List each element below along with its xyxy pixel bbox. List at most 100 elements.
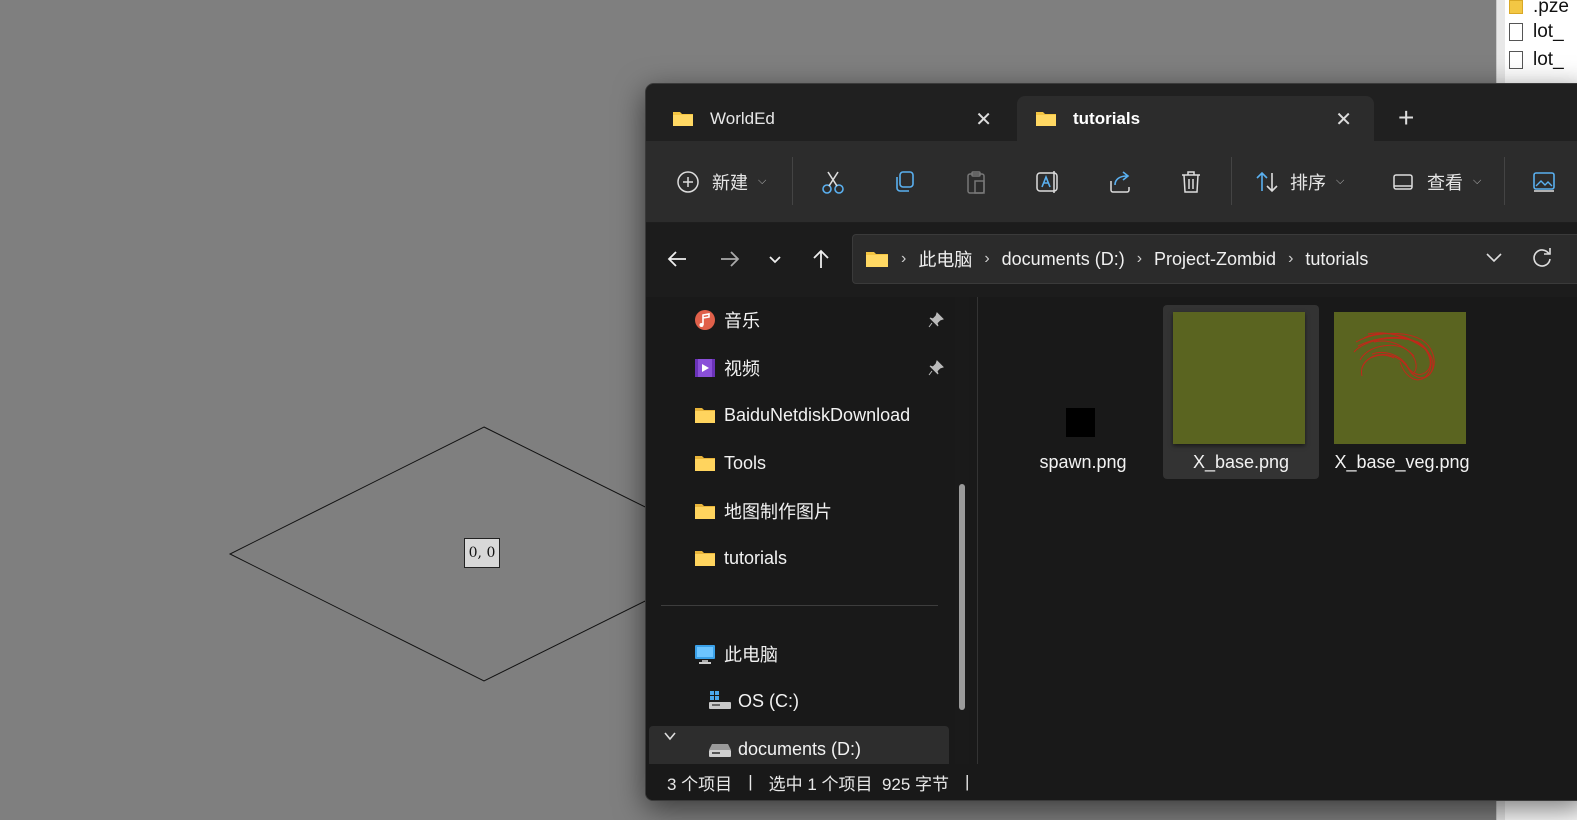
pin-icon[interactable] <box>928 312 944 333</box>
nav-item-this-pc[interactable]: 此电脑 <box>694 639 778 669</box>
nav-item-videos[interactable]: 视频 <box>694 353 760 383</box>
scissors-icon <box>822 171 844 194</box>
file-name: X_base.png <box>1192 452 1290 472</box>
folder-icon <box>694 547 716 569</box>
chevron-down-icon[interactable] <box>663 729 677 746</box>
address-history-dropdown[interactable] <box>1485 248 1503 271</box>
refresh-button[interactable] <box>1531 246 1553 273</box>
close-tab-icon[interactable]: ✕ <box>1335 107 1352 132</box>
breadcrumb-this-pc[interactable]: 此电脑 <box>918 246 972 272</box>
share-button[interactable] <box>1107 141 1133 222</box>
tab-bar: WorldEd ✕ tutorials ✕ + <box>646 84 1577 141</box>
navigation-pane: 音乐 视频 BaiduNetdiskDownload Tools 地图制作图片 … <box>646 297 949 790</box>
view-button[interactable]: 查看 ⌵ <box>1391 141 1481 222</box>
file-item[interactable]: X_base.png <box>1163 305 1319 479</box>
nav-item-os-c[interactable]: OS (C:) <box>708 686 799 716</box>
tab-label: tutorials <box>1073 108 1141 128</box>
coordinate-label: 0, 0 <box>464 538 500 568</box>
breadcrumb-documents[interactable]: documents (D:) <box>1002 249 1125 270</box>
status-separator: | <box>748 772 753 791</box>
breadcrumb-separator-icon: › <box>1136 250 1143 267</box>
os-drive-icon <box>708 690 731 712</box>
nav-item-label: 此电脑 <box>724 645 778 665</box>
nav-item-label: OS (C:) <box>738 690 799 711</box>
view-icon <box>1393 173 1413 190</box>
breadcrumb-tutorials[interactable]: tutorials <box>1305 249 1368 270</box>
vegetation-scribble-image <box>1353 332 1435 381</box>
pin-icon[interactable] <box>928 360 944 381</box>
new-tab-button[interactable]: + <box>1398 102 1414 134</box>
item-count-text: 3 个项目 <box>667 774 733 794</box>
up-button[interactable] <box>807 245 835 273</box>
tab-tutorials[interactable]: tutorials ✕ <box>1017 96 1374 141</box>
nav-pane-scrollbar-thumb[interactable] <box>959 484 965 710</box>
breadcrumb-separator-icon: › <box>901 250 907 267</box>
file-name: X_base_veg.png <box>1334 452 1470 472</box>
file-item[interactable]: spawn.png <box>1005 305 1161 479</box>
background-list-item[interactable]: .pze <box>1509 0 1569 20</box>
breadcrumb-separator-icon: › <box>1288 250 1294 267</box>
music-icon <box>694 309 716 331</box>
nav-item-label: 地图制作图片 <box>724 502 832 522</box>
background-list-item[interactable]: lot_ <box>1509 47 1564 73</box>
item-label: lot_ <box>1533 49 1564 70</box>
forward-button[interactable] <box>716 245 744 273</box>
nav-item-documents-d[interactable]: documents (D:) <box>708 734 861 764</box>
share-icon <box>1110 170 1130 193</box>
drive-icon <box>708 738 731 760</box>
set-background-button[interactable] <box>1531 141 1557 222</box>
file-content-area[interactable]: spawn.png X_base.png X_base_veg.png <box>978 297 1577 764</box>
command-bar: 新建 ⌵ 排序 ⌵ 查看 ⌵ <box>646 141 1577 223</box>
file-item[interactable]: X_base_veg.png <box>1324 305 1480 479</box>
black-thumbnail-image <box>1066 408 1095 437</box>
arrow-up-icon <box>813 249 829 268</box>
background-list-item[interactable]: lot_ <box>1509 19 1564 45</box>
toolbar-divider <box>1231 157 1232 205</box>
arrow-left-icon <box>667 251 686 267</box>
file-name: spawn.png <box>1039 452 1127 472</box>
nav-item-map-images[interactable]: 地图制作图片 <box>694 496 832 526</box>
nav-item-tutorials[interactable]: tutorials <box>694 543 787 573</box>
item-label: lot_ <box>1533 21 1564 42</box>
nav-item-baidunetdiskdownload[interactable]: BaiduNetdiskDownload <box>694 400 910 430</box>
nav-item-label: 音乐 <box>724 311 760 331</box>
breadcrumb-separator-icon: › <box>984 250 990 267</box>
nav-item-label: documents (D:) <box>738 738 862 759</box>
computer-icon <box>694 643 716 665</box>
breadcrumb-project-zombid[interactable]: Project-Zombid <box>1154 249 1276 270</box>
file-icon <box>1509 23 1523 41</box>
status-separator: | <box>965 772 970 791</box>
recent-locations-button[interactable] <box>761 245 789 273</box>
sort-button[interactable]: 排序 ⌵ <box>1254 141 1344 222</box>
nav-item-tools[interactable]: Tools <box>694 448 766 478</box>
tab-worlded[interactable]: WorldEd ✕ <box>654 96 1014 141</box>
nav-item-label: 视频 <box>724 359 760 379</box>
file-thumbnail <box>1334 312 1466 444</box>
paste-button[interactable] <box>963 141 989 222</box>
arrow-right-icon <box>721 251 740 267</box>
image-icon <box>1533 171 1555 192</box>
file-thumbnail <box>1015 312 1147 444</box>
cut-button[interactable] <box>820 141 846 222</box>
back-button[interactable] <box>663 245 691 273</box>
rename-icon <box>1036 170 1058 193</box>
sort-icon <box>1256 171 1278 192</box>
nav-item-music[interactable]: 音乐 <box>694 305 760 335</box>
nav-item-label: BaiduNetdiskDownload <box>724 404 911 425</box>
delete-button[interactable] <box>1178 141 1204 222</box>
chevron-down-icon: ⌵ <box>1473 175 1482 187</box>
item-label: .pze <box>1533 0 1569 17</box>
add-circle-icon <box>677 170 699 193</box>
close-tab-icon[interactable]: ✕ <box>975 107 992 132</box>
copy-button[interactable] <box>891 141 917 222</box>
nav-pane-divider <box>661 605 938 606</box>
new-button[interactable]: 新建 ⌵ <box>676 141 766 222</box>
clipboard-icon <box>967 170 985 194</box>
chevron-down-icon <box>1486 253 1502 263</box>
refresh-icon <box>1533 248 1551 267</box>
video-icon <box>694 357 716 379</box>
address-bar[interactable]: › 此电脑 › documents (D:) › Project-Zombid … <box>852 234 1577 284</box>
selection-info-text: 选中 1 个项目 925 字节 <box>768 774 950 794</box>
chevron-down-icon <box>769 256 781 264</box>
rename-button[interactable] <box>1034 141 1062 222</box>
